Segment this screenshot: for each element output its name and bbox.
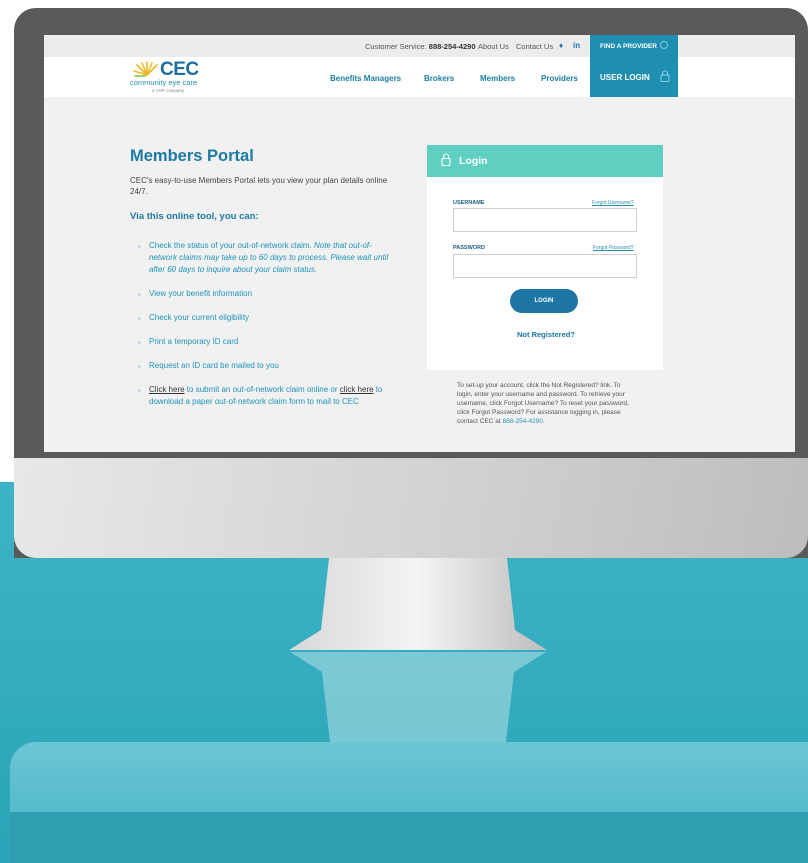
customer-service: Customer Service: 888-254-4290 [365, 42, 476, 51]
login-button[interactable]: LOGIN [510, 289, 578, 313]
cec-logo[interactable]: CEC community eye care a VSP company [130, 59, 210, 95]
list-item: Check your current eligibility [138, 312, 390, 324]
feature-list: Check the status of your out-of-network … [138, 240, 390, 420]
page-description: CEC's easy-to-use Members Portal lets yo… [130, 176, 388, 196]
linkedin-icon[interactable]: in [573, 41, 580, 50]
password-input[interactable] [453, 254, 637, 278]
user-login-label: USER LOGIN [600, 73, 650, 82]
logo-tagline: a VSP company [152, 88, 185, 93]
list-item: Click here to submit an out-of-network c… [138, 384, 390, 408]
logo-subtitle: community eye care [130, 78, 198, 87]
nav-brokers[interactable]: Brokers [424, 74, 454, 83]
search-icon[interactable] [660, 41, 668, 49]
about-link[interactable]: About Us [478, 42, 509, 51]
find-provider-button[interactable]: FIND A PROVIDER [590, 35, 678, 57]
sun-rays-icon [133, 61, 158, 77]
nav-benefits-managers[interactable]: Benefits Managers [330, 74, 401, 83]
help-phone-link[interactable]: 888-254-4290 [503, 418, 543, 425]
utility-bar: Customer Service: 888-254-4290 About Us … [44, 35, 795, 57]
login-title: Login [459, 155, 488, 167]
find-provider-label: FIND A PROVIDER [600, 43, 657, 50]
section-subtitle: Via this online tool, you can: [130, 211, 259, 222]
stand-reflection [290, 652, 546, 742]
lock-icon [441, 153, 451, 166]
monitor-chin [14, 458, 808, 558]
submit-claim-link[interactable]: Click here [149, 385, 185, 394]
nav-members[interactable]: Members [480, 74, 515, 83]
lock-icon [660, 70, 670, 82]
list-item: Print a temporary ID card [138, 336, 390, 348]
username-label: USERNAME [453, 200, 485, 206]
login-header: Login [427, 145, 663, 177]
page-title: Members Portal [130, 147, 254, 165]
customer-service-phone[interactable]: 888-254-4290 [429, 42, 476, 51]
contact-link[interactable]: Contact Us [516, 42, 553, 51]
forgot-password-link[interactable]: Forgot Password? [593, 245, 634, 251]
not-registered-link[interactable]: Not Registered? [517, 330, 575, 339]
forgot-username-link[interactable]: Forgot Username? [592, 200, 634, 206]
username-input[interactable] [453, 208, 637, 232]
password-label: PASSWORD [453, 245, 485, 251]
list-item: Check the status of your out-of-network … [138, 240, 390, 276]
list-item: Request an ID card be mailed to you [138, 360, 390, 372]
login-panel: Login USERNAME Forgot Username? PASSWORD… [427, 145, 663, 370]
monitor-stand [289, 558, 547, 650]
main-nav: CEC community eye care a VSP company Ben… [44, 57, 795, 97]
user-login-button[interactable]: USER LOGIN [590, 57, 678, 97]
login-help-text: To set-up your account, click the Not Re… [457, 382, 629, 425]
list-item: View your benefit information [138, 288, 390, 300]
download-form-link[interactable]: click here [340, 385, 374, 394]
screen: Customer Service: 888-254-4290 About Us … [44, 35, 795, 452]
nav-providers[interactable]: Providers [541, 74, 578, 83]
desk-edge [10, 812, 808, 863]
twitter-icon[interactable]: ♦ [559, 41, 563, 50]
